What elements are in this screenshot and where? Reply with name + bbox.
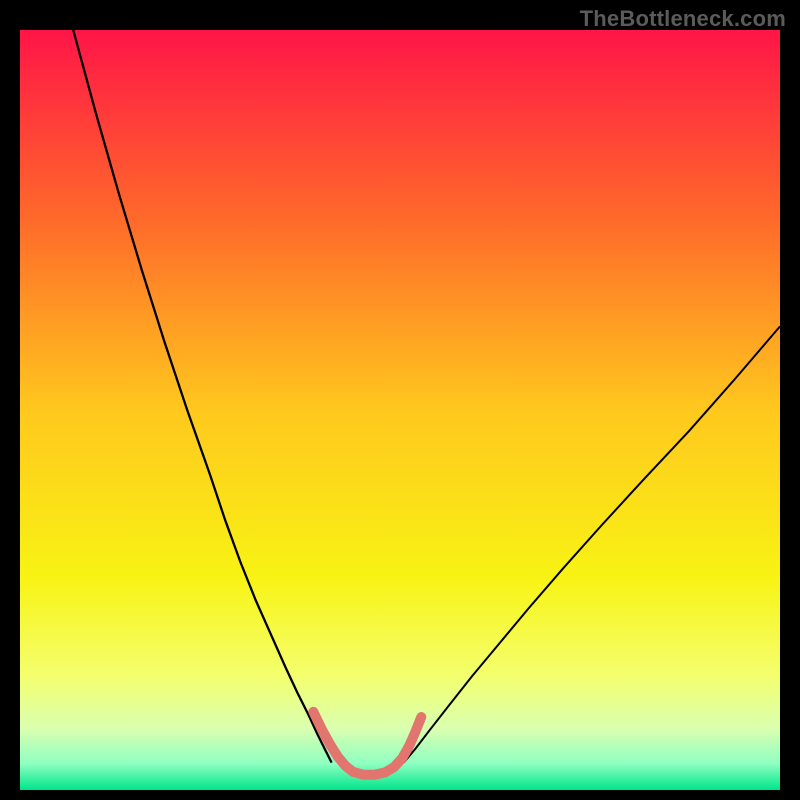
- chart-svg: [20, 30, 780, 790]
- chart-stage: TheBottleneck.com: [0, 0, 800, 800]
- gradient-background: [20, 30, 780, 790]
- plot-area: [20, 30, 780, 790]
- watermark-text: TheBottleneck.com: [580, 6, 786, 32]
